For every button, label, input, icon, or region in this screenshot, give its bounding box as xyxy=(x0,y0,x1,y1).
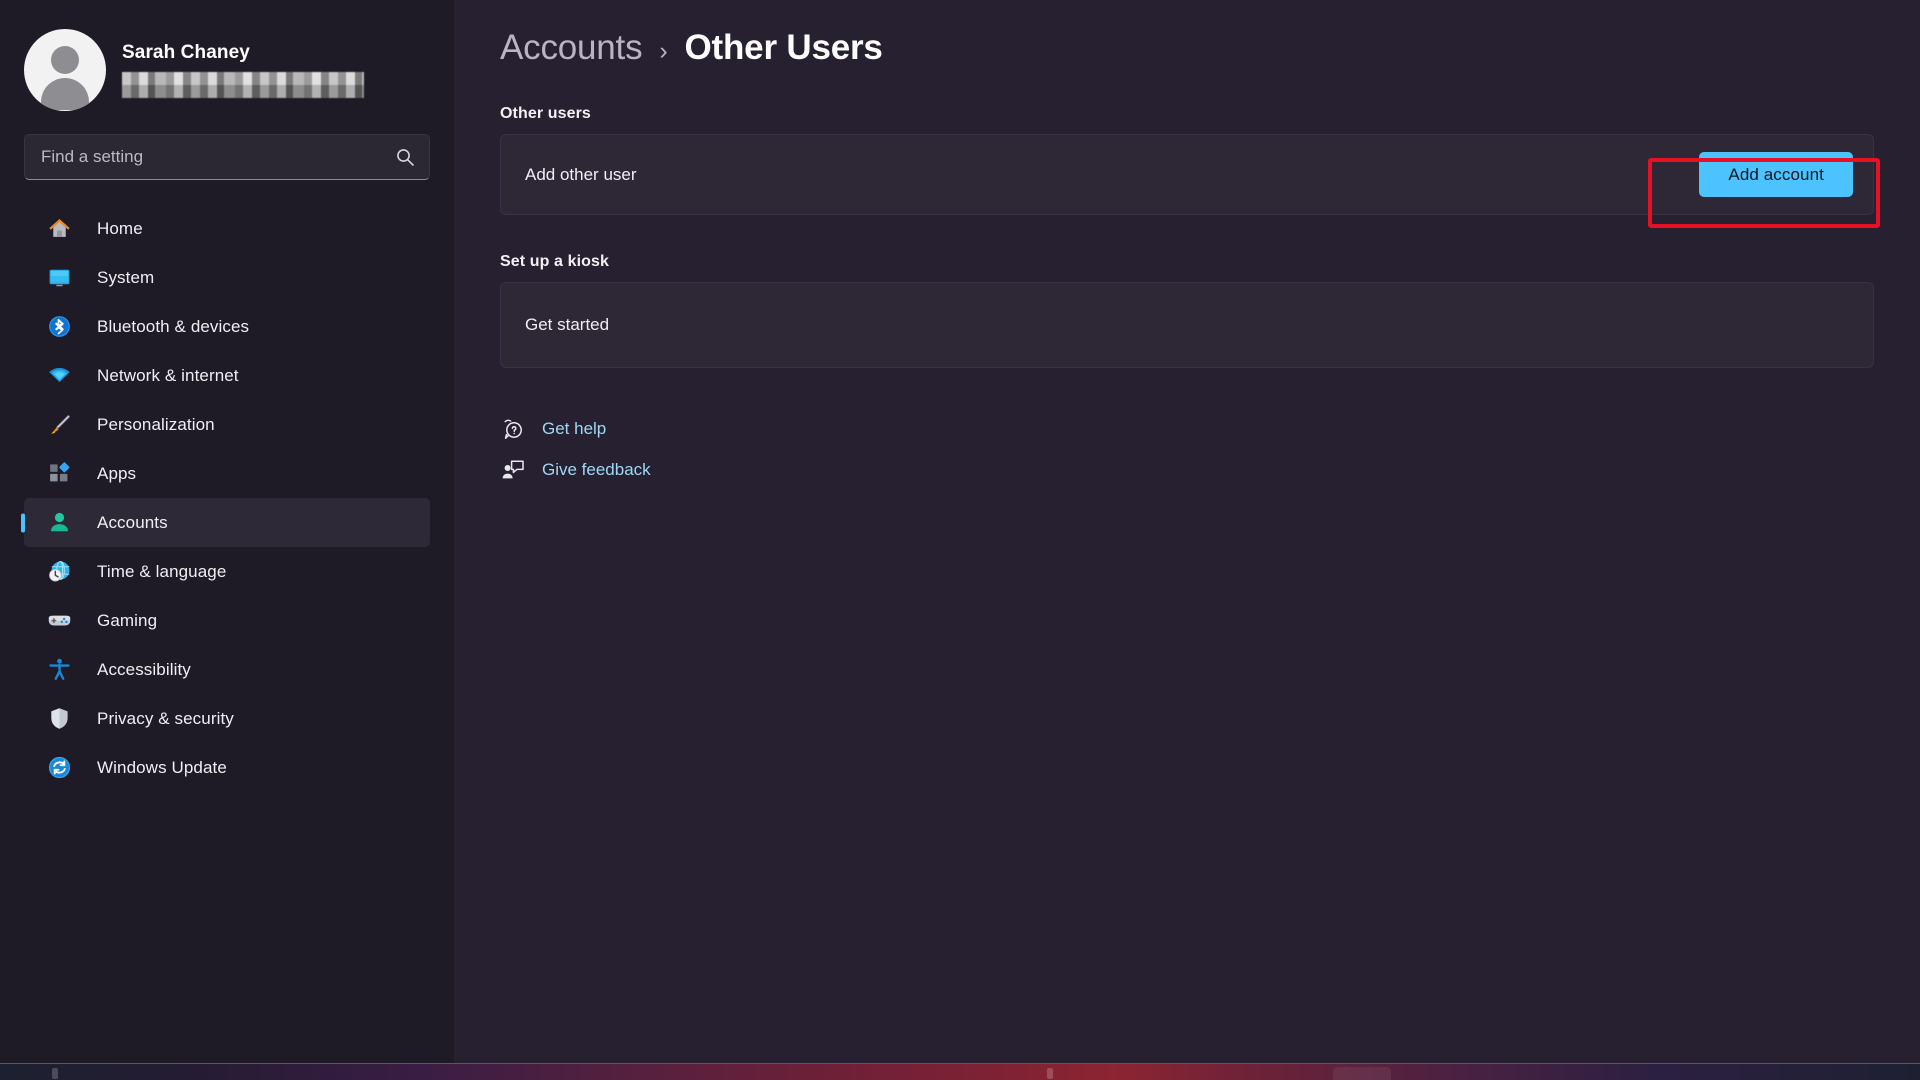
sidebar-item-label: Bluetooth & devices xyxy=(97,316,250,336)
settings-window-screenshot: Sarah Chaney Find a setting Home System … xyxy=(0,0,1920,1080)
other-users-heading: Other users xyxy=(500,105,591,122)
monitor-icon xyxy=(46,264,73,291)
sidebar-item-label: Accounts xyxy=(97,512,168,532)
sidebar-item-label: Privacy & security xyxy=(97,708,234,728)
bluetooth-icon xyxy=(46,313,73,340)
sidebar-nav: Home System Bluetooth & devices Network … xyxy=(0,204,454,792)
help-links: Get help Give feedback xyxy=(500,408,1874,490)
sidebar-item-accessibility[interactable]: Accessibility xyxy=(24,645,430,694)
sidebar-item-bluetooth-devices[interactable]: Bluetooth & devices xyxy=(24,302,430,351)
sidebar-item-windows-update[interactable]: Windows Update xyxy=(24,743,430,792)
sidebar: Sarah Chaney Find a setting Home System … xyxy=(0,0,454,1063)
sidebar-item-label: Windows Update xyxy=(97,757,227,777)
sidebar-item-gaming[interactable]: Gaming xyxy=(24,596,430,645)
accessibility-icon xyxy=(46,656,73,683)
sidebar-item-label: System xyxy=(97,267,155,287)
sidebar-item-system[interactable]: System xyxy=(24,253,430,302)
sidebar-item-label: Accessibility xyxy=(97,659,191,679)
kiosk-heading: Set up a kiosk xyxy=(500,253,609,270)
sidebar-item-network-internet[interactable]: Network & internet xyxy=(24,351,430,400)
home-icon xyxy=(46,215,73,242)
sidebar-item-privacy-security[interactable]: Privacy & security xyxy=(24,694,430,743)
add-account-button[interactable]: Add account xyxy=(1699,152,1853,197)
main-content: Accounts › Other Users Other users Add o… xyxy=(454,0,1920,1063)
search-box[interactable] xyxy=(24,134,430,180)
clock-globe-icon xyxy=(46,558,73,585)
give-feedback-row[interactable]: Give feedback xyxy=(500,449,1874,490)
get-help-row[interactable]: Get help xyxy=(500,408,1874,449)
feedback-person-bubble-icon xyxy=(500,457,526,483)
sidebar-item-label: Time & language xyxy=(97,561,227,581)
help-question-bubble-icon xyxy=(500,416,526,442)
user-profile[interactable]: Sarah Chaney xyxy=(0,16,454,112)
add-other-user-row[interactable]: Add other user Add account xyxy=(500,134,1874,215)
chevron-right-icon: › xyxy=(659,37,668,65)
search-icon xyxy=(395,147,415,167)
sidebar-item-label: Home xyxy=(97,218,143,238)
paintbrush-icon xyxy=(46,411,73,438)
person-icon xyxy=(46,509,73,536)
give-feedback-link[interactable]: Give feedback xyxy=(542,460,651,480)
sidebar-item-accounts[interactable]: Accounts xyxy=(24,498,430,547)
sidebar-item-label: Gaming xyxy=(97,610,158,630)
desktop-taskbar-strip xyxy=(0,1063,1920,1080)
settings-window: Sarah Chaney Find a setting Home System … xyxy=(0,0,1920,1063)
profile-email-redacted xyxy=(122,72,364,98)
breadcrumb-parent-accounts[interactable]: Accounts xyxy=(500,28,643,68)
shield-icon xyxy=(46,705,73,732)
sidebar-item-home[interactable]: Home xyxy=(24,204,430,253)
kiosk-get-started-row[interactable]: Get started xyxy=(500,282,1874,368)
sidebar-item-personalization[interactable]: Personalization xyxy=(24,400,430,449)
apps-grid-icon xyxy=(46,460,73,487)
sidebar-item-label: Network & internet xyxy=(97,365,239,385)
sidebar-item-apps[interactable]: Apps xyxy=(24,449,430,498)
update-refresh-icon xyxy=(46,754,73,781)
sidebar-item-label: Apps xyxy=(97,463,137,483)
kiosk-get-started-label: Get started xyxy=(525,315,610,334)
person-avatar-icon xyxy=(24,29,106,111)
search-input[interactable] xyxy=(25,147,429,167)
sidebar-item-label: Personalization xyxy=(97,414,215,434)
sidebar-item-time-language[interactable]: Time & language xyxy=(24,547,430,596)
wifi-icon xyxy=(46,362,73,389)
add-other-user-label: Add other user xyxy=(525,164,637,184)
gamepad-icon xyxy=(46,607,73,634)
page-title: Other Users xyxy=(684,28,883,67)
breadcrumb: Accounts › Other Users xyxy=(500,28,1874,68)
get-help-link[interactable]: Get help xyxy=(542,419,606,439)
profile-name: Sarah Chaney xyxy=(122,42,250,63)
